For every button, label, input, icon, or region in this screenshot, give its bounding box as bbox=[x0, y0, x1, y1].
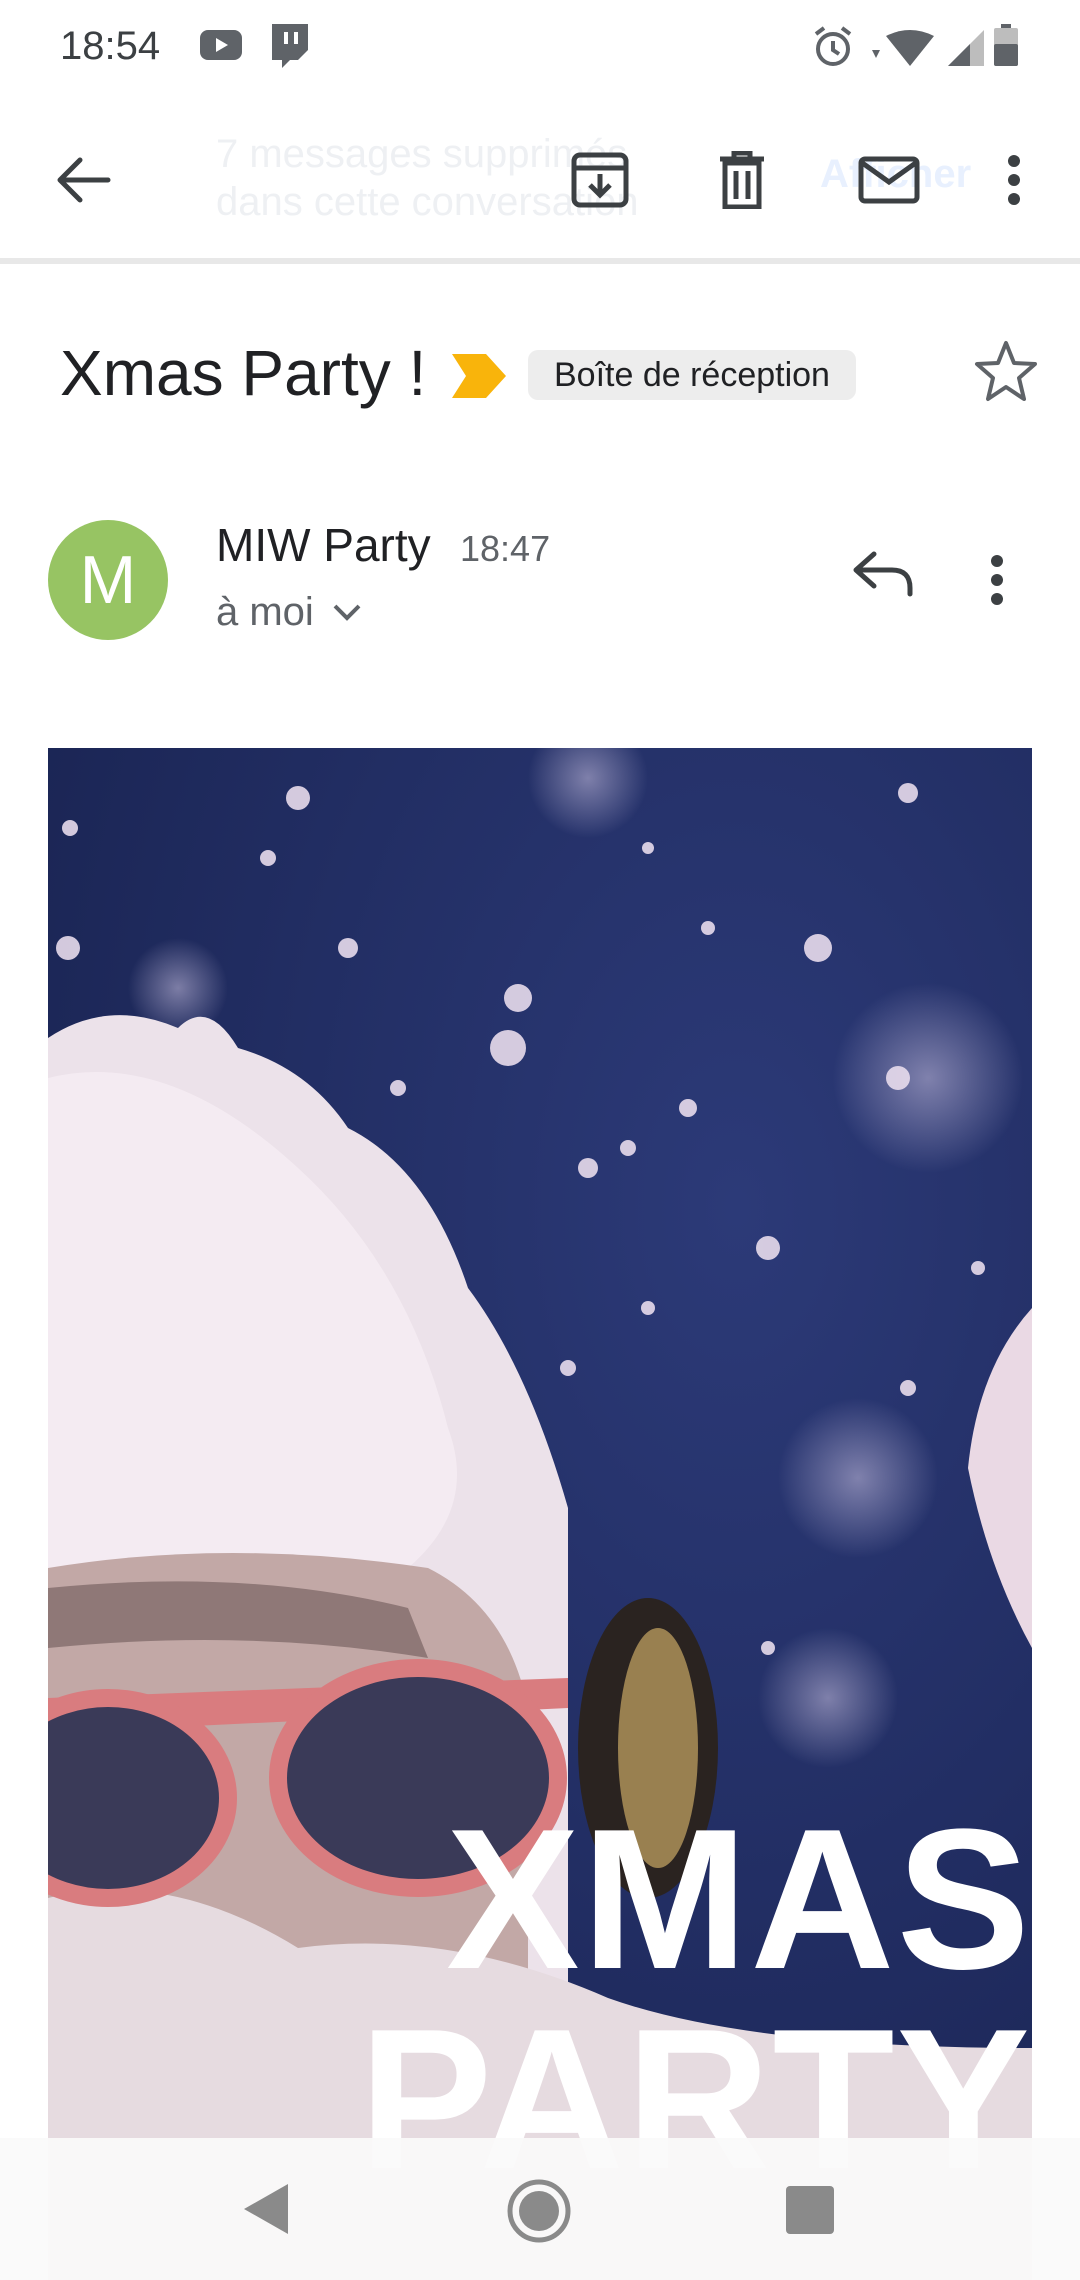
nav-home-icon[interactable] bbox=[506, 2178, 572, 2249]
status-bar: 18:54 bbox=[0, 0, 1080, 96]
star-icon[interactable] bbox=[974, 340, 1038, 407]
email-time: 18:47 bbox=[460, 528, 551, 569]
sender-name: MIW Party bbox=[216, 519, 431, 571]
mark-unread-icon bbox=[858, 156, 920, 204]
poster-title-line1: XMAS bbox=[446, 1788, 1032, 2011]
more-vert-icon bbox=[991, 555, 1003, 605]
toolbar-divider bbox=[0, 258, 1080, 264]
reply-icon bbox=[853, 551, 913, 597]
reply-button[interactable] bbox=[852, 550, 916, 603]
delete-icon bbox=[720, 151, 764, 209]
mark-unread-button[interactable] bbox=[846, 140, 932, 220]
recipient-text: à moi bbox=[216, 590, 314, 634]
youtube-icon bbox=[200, 30, 242, 65]
importance-marker-icon[interactable] bbox=[452, 354, 506, 403]
system-navigation-bar bbox=[0, 2138, 1080, 2280]
message-more-button[interactable] bbox=[990, 554, 1004, 611]
email-subject: Xmas Party ! bbox=[60, 337, 427, 409]
alarm-icon bbox=[812, 26, 854, 73]
archive-icon bbox=[571, 152, 629, 208]
back-button[interactable] bbox=[44, 140, 124, 220]
battery-icon bbox=[994, 24, 1018, 71]
recipient-toggle[interactable]: à moi bbox=[216, 590, 362, 635]
nav-back-icon[interactable] bbox=[244, 2184, 288, 2239]
twitch-icon bbox=[268, 24, 308, 73]
chevron-down-icon bbox=[333, 604, 361, 621]
archive-button[interactable] bbox=[560, 140, 640, 220]
arrow-back-icon bbox=[57, 157, 111, 203]
more-options-button[interactable] bbox=[984, 140, 1044, 220]
delete-button[interactable] bbox=[702, 140, 782, 220]
nav-recents-icon[interactable] bbox=[786, 2186, 834, 2239]
more-vert-icon bbox=[1008, 155, 1020, 205]
sender-avatar[interactable]: M bbox=[48, 520, 168, 640]
email-poster-image[interactable]: XMAS PARTY bbox=[48, 748, 1032, 2280]
signal-icon bbox=[948, 30, 984, 71]
inbox-label-chip[interactable]: Boîte de réception bbox=[528, 350, 856, 400]
wifi-icon bbox=[872, 30, 934, 71]
status-time: 18:54 bbox=[60, 24, 161, 68]
